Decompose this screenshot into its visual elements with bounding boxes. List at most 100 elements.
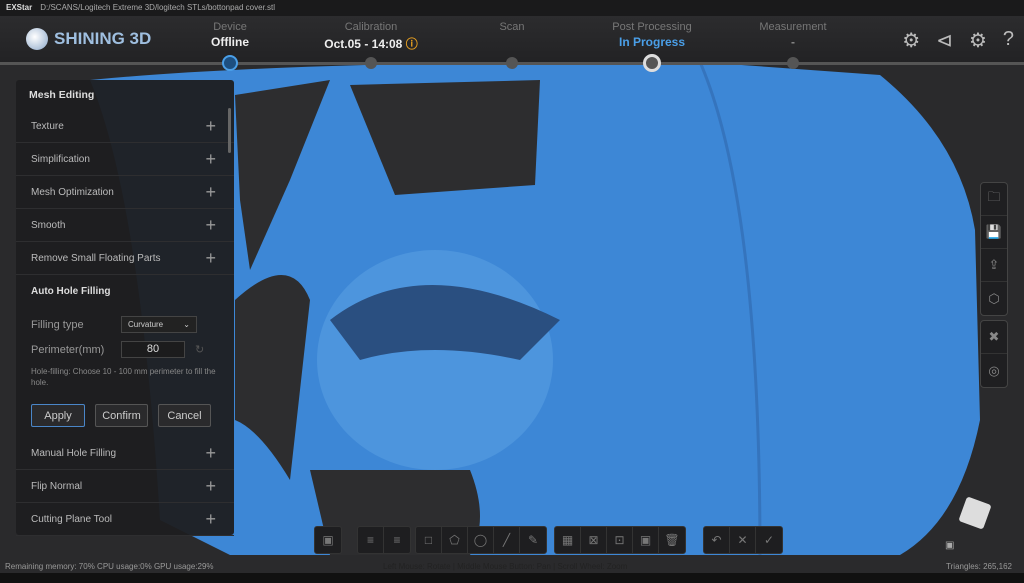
step-post-processing[interactable]: Post Processing In Progress [587,21,717,49]
step-label: Device [165,21,295,33]
layer-tools: ≡≡ [357,526,411,554]
perimeter-label: Perimeter(mm) [31,344,121,356]
filling-type-label: Filling type [31,319,121,331]
step-label: Measurement [728,21,858,33]
select-all-icon[interactable]: ▦ [555,527,581,553]
item-label: Texture [31,121,64,132]
cancel-icon[interactable]: ✕ [730,527,756,553]
mesh-editing-panel: Mesh Editing Texture + Simplification + Me… [16,80,234,535]
fit-view-icon[interactable]: ▣ [945,540,954,551]
invert-select-icon[interactable]: ⊡ [607,527,633,553]
step-value: In Progress [587,35,717,49]
mesh-sphere [317,250,553,470]
bottom-edge [0,573,1024,583]
status-triangles: Triangles: 265,162 [946,562,1012,571]
panel-title: Mesh Editing [16,80,234,110]
step-scan[interactable]: Scan [447,21,577,33]
step-value: Offline [165,35,295,49]
item-label: Smooth [31,220,65,231]
edit-ops: ↶✕✓ [703,526,783,554]
device-refresh-icon[interactable] [222,55,238,71]
scrollbar[interactable] [228,108,231,153]
export-icon[interactable]: ⇪ [981,249,1007,282]
plus-icon[interactable]: + [205,248,216,269]
step-device[interactable]: Device Offline [165,21,295,49]
warning-icon: ⓘ [406,37,418,51]
lasso-select-icon[interactable]: ◯ [468,527,494,553]
logo-icon [26,28,48,50]
item-auto-hole-filling[interactable]: Auto Hole Filling [16,275,234,308]
plus-icon[interactable]: + [205,116,216,137]
step-value: - [728,35,858,49]
plus-icon[interactable]: + [205,182,216,203]
item-label: Manual Hole Filling [31,448,116,459]
item-flip-normal[interactable]: Flip Normal + [16,470,234,503]
title-bar: EXStar D:/SCANS/Logitech Extreme 3D/logit… [0,0,1024,16]
help-icon[interactable]: ? [1003,28,1014,53]
cube-icon[interactable]: ⬡ [981,282,1007,315]
wireframe-cube-icon[interactable]: ▣ [315,527,341,553]
polygon-select-icon[interactable]: ⬠ [442,527,468,553]
step-value: Oct.05 - 14:08 [324,37,402,51]
layer-through-icon[interactable]: ≡ [384,527,410,553]
file-path: D:/SCANS/Logitech Extreme 3D/logitech ST… [40,3,275,13]
step-label: Calibration [306,21,436,33]
status-mouse-hint: Left Mouse: Rotate | Middle Mouse Button… [383,562,627,571]
gear-icon[interactable]: ⚙ [969,28,987,53]
rect-select-icon[interactable]: □ [416,527,442,553]
view-mode-button[interactable]: ▣ [314,526,342,554]
line-select-icon[interactable]: ╱ [494,527,520,553]
item-mesh-optimization[interactable]: Mesh Optimization+ [16,176,234,209]
selection-tools: □⬠◯╱✎ [415,526,547,554]
item-label: Cutting Plane Tool [31,514,112,525]
right-toolbar-2: ✖◎ [980,320,1008,388]
item-cutting-plane[interactable]: Cutting Plane Tool + [16,503,234,536]
step-label: Scan [447,21,577,33]
undo-icon[interactable]: ↶ [704,527,730,553]
item-label: Flip Normal [31,481,82,492]
step-calibration[interactable]: Calibration Oct.05 - 14:08 ⓘ [306,21,436,52]
delete-icon[interactable]: 🗑 [659,527,685,553]
item-label: Simplification [31,154,90,165]
layer-icon[interactable]: ≡ [358,527,384,553]
select-connected-icon[interactable]: ▣ [633,527,659,553]
step-dot [787,57,799,69]
plus-icon[interactable]: + [205,443,216,464]
new-feature-icon[interactable]: ⚙ [902,28,920,53]
confirm-button[interactable]: Confirm [95,404,148,427]
item-remove-floating[interactable]: Remove Small Floating Parts + [16,242,234,275]
folder-icon[interactable]: 🗀 [981,183,1007,216]
filling-type-select[interactable]: Curvature⌄ [121,316,197,333]
step-dot [506,57,518,69]
item-texture[interactable]: Texture + [16,110,234,143]
app-name: EXStar [6,3,32,13]
plus-icon[interactable]: + [205,215,216,236]
selection-ops: ▦⊠⊡▣🗑 [554,526,686,554]
plus-icon[interactable]: + [205,509,216,530]
apply-button[interactable]: Apply [31,404,85,427]
step-label: Post Processing [587,21,717,33]
item-label: Remove Small Floating Parts [31,253,161,264]
deselect-icon[interactable]: ⊠ [581,527,607,553]
brush-select-icon[interactable]: ✎ [520,527,546,553]
perimeter-input[interactable]: 80 [121,341,185,358]
plus-icon[interactable]: + [205,149,216,170]
status-bar: Remaining memory: 70% CPU usage:0% GPU u… [0,562,1024,573]
step-dot-current [643,54,661,72]
align-icon[interactable]: ✖ [981,321,1007,354]
cancel-button[interactable]: Cancel [158,404,211,427]
filling-type-value: Curvature [128,320,163,329]
status-resources: Remaining memory: 70% CPU usage:0% GPU u… [5,562,214,571]
save-icon[interactable]: 💾 [981,216,1007,249]
step-measurement[interactable]: Measurement - [728,21,858,49]
reset-icon[interactable]: ↻ [195,343,204,356]
hint-text: Hole-filling: Choose 10 - 100 mm perimet… [31,366,216,388]
item-simplification[interactable]: Simplification + [16,143,234,176]
view-icon[interactable]: ◎ [981,354,1007,387]
item-manual-hole-filling[interactable]: Manual Hole Filling + [16,437,234,470]
share-icon[interactable]: ⊲ [936,28,953,53]
item-smooth[interactable]: Smooth + [16,209,234,242]
plus-icon[interactable]: + [205,476,216,497]
brand-logo: SHINING 3D [26,28,151,50]
confirm-icon[interactable]: ✓ [756,527,782,553]
